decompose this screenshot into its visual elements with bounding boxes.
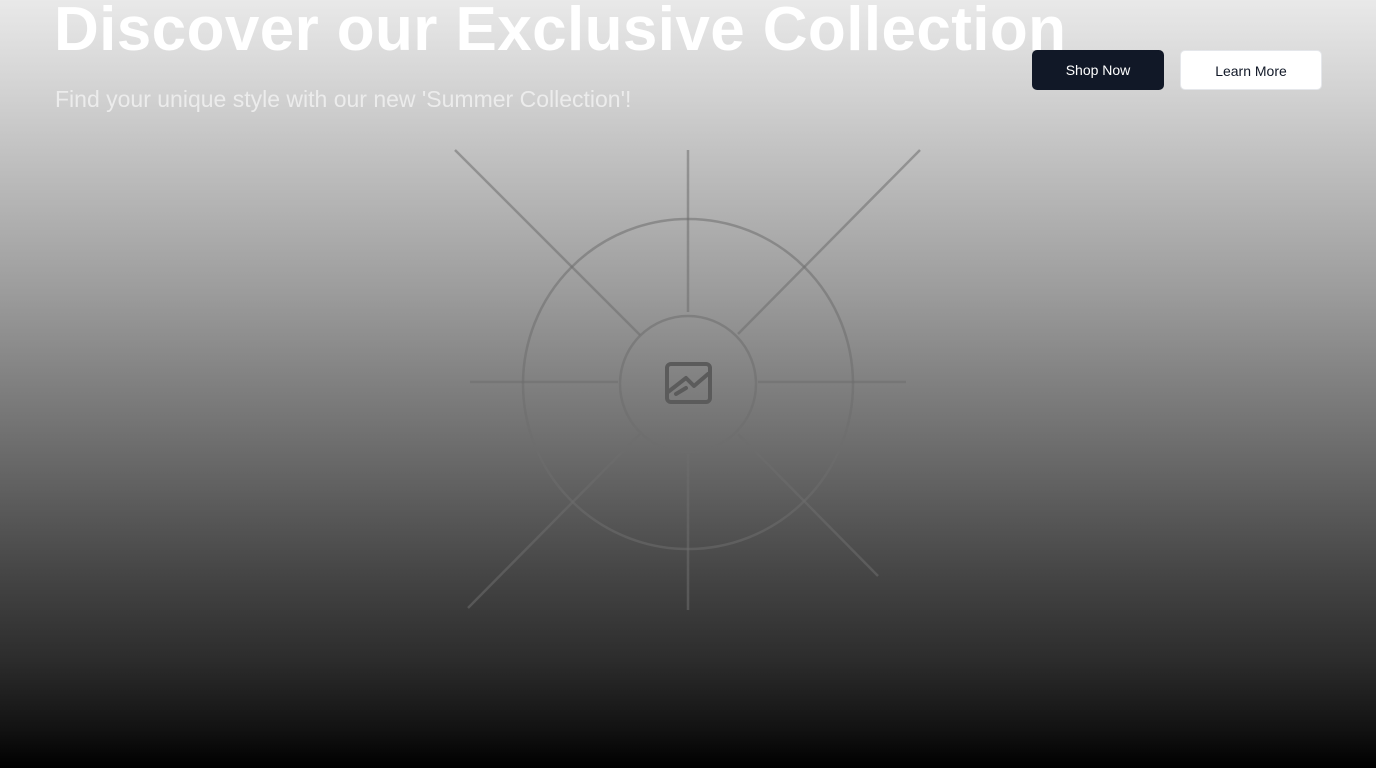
placeholder-ray: [737, 433, 879, 577]
shop-now-button[interactable]: Shop Now: [1032, 50, 1164, 90]
placeholder-ray: [737, 149, 921, 335]
hero-title: Discover our Exclusive Collection: [54, 0, 1067, 64]
image-icon: [665, 362, 712, 404]
placeholder-inner-circle: [618, 314, 758, 454]
learn-more-button[interactable]: Learn More: [1180, 50, 1322, 90]
image-placeholder: [454, 149, 921, 610]
hero-subtitle: Find your unique style with our new 'Sum…: [55, 86, 632, 112]
placeholder-ray: [454, 149, 641, 336]
placeholder-ray: [467, 433, 641, 609]
hero-section: Discover our Exclusive Collection Find y…: [0, 0, 1376, 768]
